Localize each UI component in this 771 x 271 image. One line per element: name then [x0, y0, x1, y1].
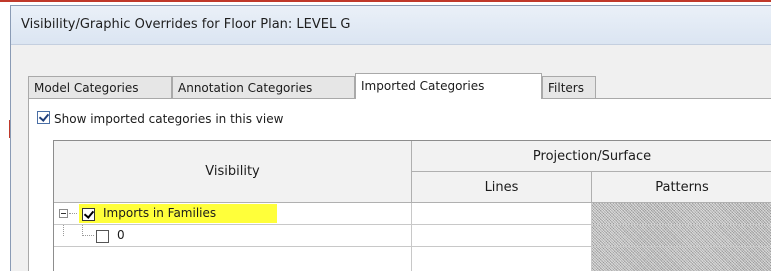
column-header-projection-surface: Projection/Surface [412, 141, 771, 172]
annotation-border-line [0, 0, 771, 2]
show-imported-checkbox[interactable] [37, 111, 50, 124]
imported-categories-panel: Show imported categories in this view Vi… [28, 98, 771, 271]
patterns-cell-layer-0[interactable] [592, 225, 771, 247]
column-header-visibility-label: Visibility [205, 164, 260, 179]
dialog-window: Visibility/Graphic Overrides for Floor P… [10, 5, 771, 271]
lines-cell-layer-0[interactable] [412, 225, 592, 247]
imports-in-families-label: Imports in Families [103, 206, 217, 220]
column-header-patterns-label: Patterns [655, 180, 709, 195]
tab-model-categories[interactable]: Model Categories [28, 76, 172, 98]
tree-connector [69, 213, 77, 215]
title-bar[interactable]: Visibility/Graphic Overrides for Floor P… [11, 6, 771, 45]
screenshot-page: Visibility/Graphic Overrides for Floor P… [0, 0, 771, 271]
patterns-cell-imports-in-families[interactable] [592, 203, 771, 225]
tree-connector [83, 235, 94, 237]
tree-connector [63, 225, 65, 236]
imports-in-families-checkbox[interactable] [82, 208, 95, 221]
collapse-tree-icon[interactable] [59, 209, 68, 218]
table-row-layer-0[interactable]: 0 [54, 225, 412, 247]
lines-cell[interactable] [412, 247, 592, 271]
layer-0-label: 0 [117, 228, 125, 242]
show-imported-label: Show imported categories in this view [54, 111, 284, 126]
column-header-projection-surface-label: Projection/Surface [532, 149, 652, 164]
tab-annotation-categories[interactable]: Annotation Categories [172, 76, 355, 98]
window-title: Visibility/Graphic Overrides for Floor P… [21, 17, 351, 32]
lines-cell-imports-in-families[interactable] [412, 203, 592, 225]
table-row[interactable] [54, 247, 412, 271]
tab-filters[interactable]: Filters [542, 76, 596, 98]
column-header-visibility[interactable]: Visibility [54, 141, 412, 203]
patterns-cell[interactable] [592, 247, 771, 271]
dialog-body: Model Categories Annotation Categories I… [11, 45, 771, 271]
column-header-lines[interactable]: Lines [412, 172, 592, 203]
column-header-patterns[interactable]: Patterns [592, 172, 771, 203]
categories-grid: Visibility Projection/Surface Lines Patt… [53, 140, 771, 271]
column-header-lines-label: Lines [484, 180, 519, 195]
layer-0-checkbox[interactable] [96, 230, 109, 243]
show-imported-option[interactable]: Show imported categories in this view [37, 111, 283, 129]
table-row-imports-in-families[interactable]: Imports in Families [54, 203, 412, 225]
tab-imported-categories[interactable]: Imported Categories [355, 73, 542, 99]
